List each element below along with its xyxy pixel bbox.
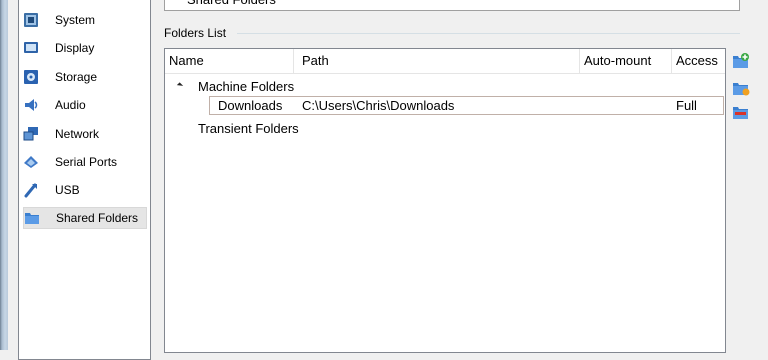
column-header-access[interactable]: Access: [672, 49, 725, 73]
sidebar-item-display[interactable]: Display: [23, 37, 147, 59]
column-header-name[interactable]: Name: [165, 49, 294, 73]
column-header-path[interactable]: Path: [298, 49, 580, 73]
folders-list-label: Folders List: [164, 26, 227, 40]
sidebar-item-usb[interactable]: USB: [23, 179, 147, 201]
sidebar-item-audio[interactable]: Audio: [23, 94, 147, 116]
usb-icon: [24, 183, 37, 198]
network-icon: [23, 127, 38, 141]
sidebar-item-label: Shared Folders: [56, 211, 139, 225]
sidebar-item-label: Display: [55, 41, 95, 55]
settings-sidebar: System Display Storage Audio Network Ser…: [18, 0, 151, 360]
serial-ports-icon: [24, 156, 38, 168]
tree-group-transient-folders[interactable]: Transient Folders: [198, 120, 299, 138]
edit-shared-folder-icon[interactable]: [732, 79, 750, 97]
add-shared-folder-icon[interactable]: [732, 52, 750, 70]
sidebar-item-network[interactable]: Network: [23, 123, 147, 145]
display-icon: [24, 42, 38, 53]
column-header-auto-mount[interactable]: Auto-mount: [580, 49, 672, 73]
sidebar-item-serial-ports[interactable]: Serial Ports: [23, 151, 147, 173]
group-divider: [237, 33, 740, 34]
sidebar-item-shared-folders[interactable]: Shared Folders: [23, 207, 147, 229]
row-access: Full: [676, 98, 697, 113]
sidebar-item-system[interactable]: System: [23, 9, 147, 31]
shared-folders-icon: [25, 213, 39, 224]
sidebar-item-label: Storage: [55, 70, 98, 84]
window-frame-left: [0, 0, 8, 350]
sidebar-item-storage[interactable]: Storage: [23, 66, 147, 88]
sidebar-item-label: Network: [55, 127, 100, 141]
page-title: Shared Folders: [164, 0, 740, 11]
remove-shared-folder-icon[interactable]: [732, 103, 750, 121]
sidebar-item-label: Audio: [55, 98, 86, 112]
storage-icon: [24, 70, 38, 84]
folders-tree[interactable]: Name Path Auto-mount Access Machine Fold…: [164, 48, 726, 353]
tree-group-machine-folders[interactable]: Machine Folders: [198, 78, 294, 96]
row-path: C:\Users\Chris\Downloads: [302, 98, 455, 113]
audio-icon: [25, 99, 38, 111]
header-divider: [165, 73, 725, 74]
table-row[interactable]: Downloads C:\Users\Chris\Downloads Full: [209, 96, 724, 115]
row-name: Downloads: [218, 98, 283, 113]
system-icon: [24, 13, 38, 27]
sidebar-item-label: USB: [55, 183, 80, 197]
expand-arrow-icon[interactable]: [176, 82, 184, 89]
sidebar-item-label: System: [55, 13, 96, 27]
sidebar-item-label: Serial Ports: [55, 155, 118, 169]
